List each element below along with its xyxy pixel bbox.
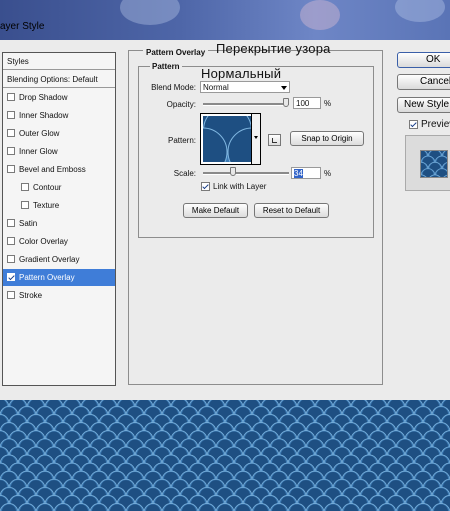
chevron-down-icon [281, 86, 287, 90]
style-item-label: Pattern Overlay [19, 273, 75, 282]
opacity-slider-track[interactable] [203, 103, 289, 106]
pattern-picker[interactable] [200, 113, 261, 165]
style-item-outer-glow[interactable]: Outer Glow [3, 125, 115, 142]
blending-options-item[interactable]: Blending Options: Default [3, 71, 115, 88]
style-checkbox[interactable] [7, 273, 15, 281]
style-item-label: Inner Shadow [19, 111, 69, 120]
style-checkbox[interactable] [7, 237, 15, 245]
background-pattern-bottom [0, 400, 450, 511]
style-checkbox[interactable] [21, 183, 29, 191]
opacity-label: Opacity: [166, 100, 196, 109]
style-item-label: Stroke [19, 291, 43, 300]
style-item-contour[interactable]: Contour [3, 179, 115, 196]
pattern-overlay-title: Pattern Overlay [143, 48, 209, 57]
decorative-blob [300, 0, 340, 30]
window-title: ayer Style [0, 21, 45, 32]
pattern-dropdown-arrow-icon[interactable] [251, 114, 260, 164]
style-item-inner-glow[interactable]: Inner Glow [3, 143, 115, 160]
style-item-label: Texture [33, 201, 60, 210]
style-item-label: Color Overlay [19, 237, 68, 246]
style-item-label: Gradient Overlay [19, 255, 80, 264]
style-item-gradient-overlay[interactable]: Gradient Overlay [3, 251, 115, 268]
opacity-slider-thumb[interactable] [283, 98, 289, 107]
checkmark-icon [202, 183, 209, 190]
pattern-swatch [203, 116, 252, 162]
new-preset-icon[interactable] [268, 134, 281, 146]
opacity-input[interactable]: 100 [293, 97, 321, 109]
new-style-button[interactable]: New Style [397, 97, 450, 113]
scale-slider-track[interactable] [203, 172, 289, 175]
style-checkbox[interactable] [7, 93, 15, 101]
style-item-bevel-and-emboss[interactable]: Bevel and Emboss [3, 161, 115, 178]
styles-header-label: Styles [7, 57, 29, 66]
preview-checkbox[interactable] [409, 120, 418, 129]
style-checkbox[interactable] [7, 255, 15, 263]
link-with-layer-checkbox[interactable] [201, 182, 210, 191]
blend-mode-value: Normal [203, 83, 229, 92]
decorative-blob [120, 0, 180, 25]
style-checkbox[interactable] [7, 291, 15, 299]
style-preview [405, 135, 450, 191]
pattern-label: Pattern: [167, 136, 196, 145]
style-item-inner-shadow[interactable]: Inner Shadow [3, 107, 115, 124]
style-checkbox[interactable] [7, 165, 15, 173]
scale-unit: % [324, 169, 332, 178]
style-item-label: Contour [33, 183, 62, 192]
snap-to-origin-button[interactable]: Snap to Origin [290, 131, 364, 146]
layer-style-dialog: Styles Blending Options: Default Drop Sh… [0, 40, 450, 400]
style-item-satin[interactable]: Satin [3, 215, 115, 232]
preview-swatch [420, 150, 448, 178]
style-item-texture[interactable]: Texture [3, 197, 115, 214]
blend-mode-select[interactable]: Normal [200, 81, 290, 93]
style-checkbox[interactable] [21, 201, 29, 209]
styles-header[interactable]: Styles [3, 53, 115, 70]
style-item-stroke[interactable]: Stroke [3, 287, 115, 304]
style-checkbox[interactable] [7, 129, 15, 137]
style-item-pattern-overlay[interactable]: Pattern Overlay [3, 269, 115, 286]
link-with-layer-label: Link with Layer [213, 182, 267, 191]
checkmark-icon [410, 121, 417, 128]
style-item-label: Bevel and Emboss [19, 165, 86, 174]
style-item-label: Outer Glow [19, 129, 60, 138]
preview-label: Preview [421, 119, 450, 130]
style-checkbox[interactable] [7, 147, 15, 155]
style-item-color-overlay[interactable]: Color Overlay [3, 233, 115, 250]
make-default-button[interactable]: Make Default [183, 203, 248, 218]
pattern-subgroup-title: Pattern [150, 62, 182, 71]
styles-list: Styles Blending Options: Default Drop Sh… [2, 52, 116, 386]
blend-mode-label: Blend Mode: [151, 83, 196, 92]
style-checkbox[interactable] [7, 219, 15, 227]
style-item-label: Inner Glow [19, 147, 58, 156]
russian-blend-caption: Нормальный [201, 66, 282, 81]
style-item-drop-shadow[interactable]: Drop Shadow [3, 89, 115, 106]
style-checkbox[interactable] [7, 111, 15, 119]
style-item-label: Drop Shadow [19, 93, 68, 102]
style-item-label: Satin [19, 219, 38, 228]
cancel-button[interactable]: Cancel [397, 74, 450, 90]
scale-input[interactable]: 34 [291, 167, 321, 179]
scale-value: 34 [294, 169, 303, 178]
decorative-blob [395, 0, 445, 22]
opacity-unit: % [324, 99, 332, 108]
ok-button[interactable]: OK [397, 52, 450, 68]
scale-label: Scale: [173, 169, 196, 178]
blending-options-label: Blending Options: Default [7, 75, 98, 84]
window-title-bar[interactable]: ayer Style [0, 0, 450, 40]
reset-to-default-button[interactable]: Reset to Default [254, 203, 329, 218]
scale-slider-thumb[interactable] [230, 167, 237, 176]
russian-title-caption: Перекрытие узора [216, 41, 331, 56]
